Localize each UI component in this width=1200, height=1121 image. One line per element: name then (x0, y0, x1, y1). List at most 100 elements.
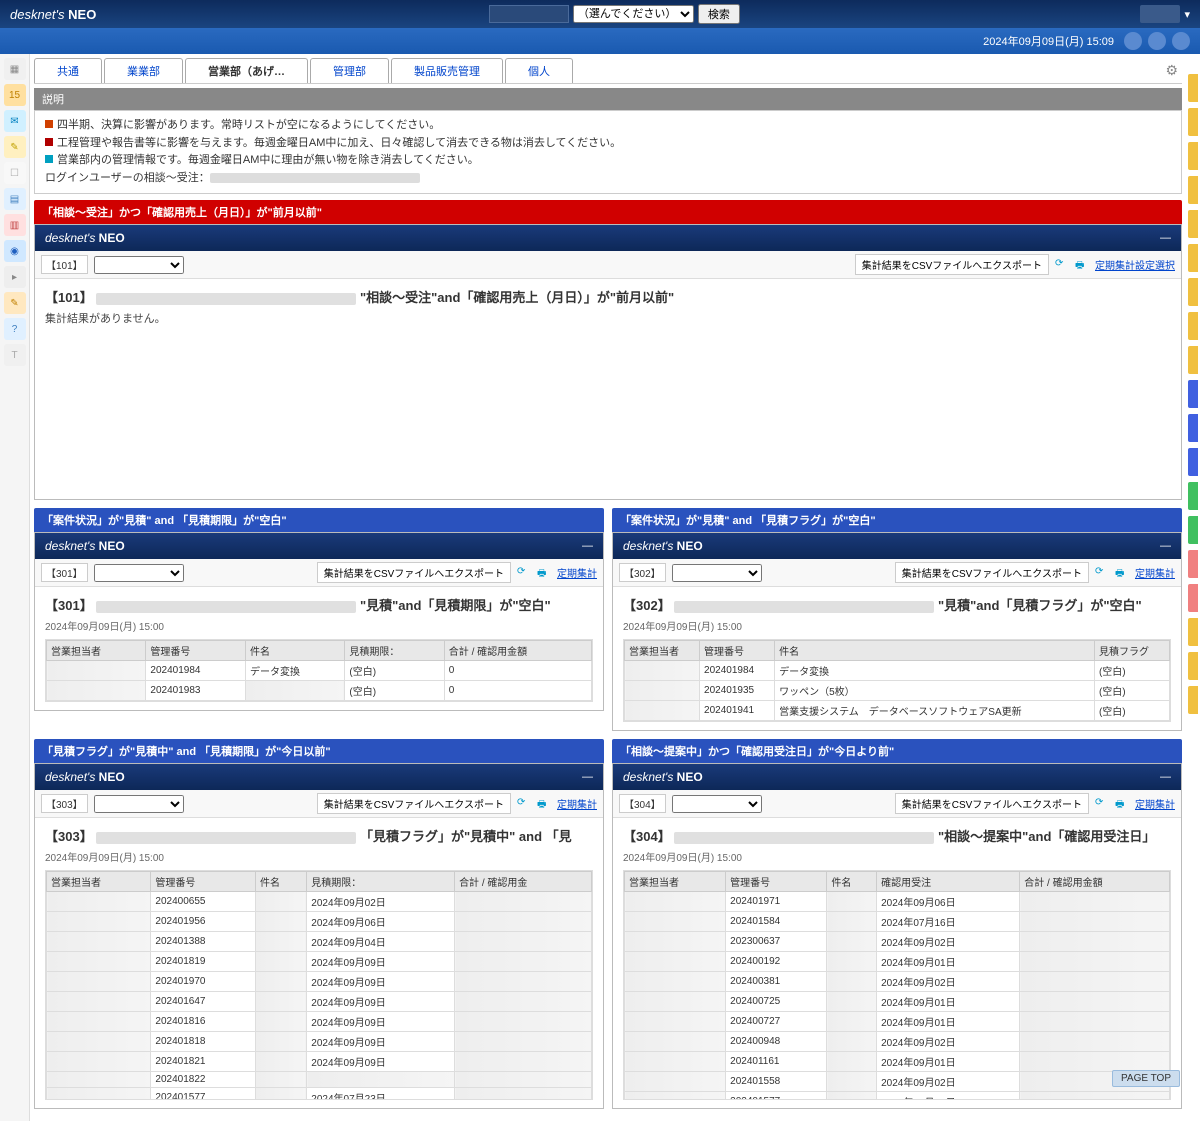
column-header[interactable]: 営業担当者 (625, 872, 726, 892)
table-row[interactable]: 202400727 2024年09月01日 (625, 1012, 1170, 1032)
refresh-icon[interactable]: ⟳ (1055, 258, 1069, 272)
collapse-icon[interactable]: — (1160, 232, 1171, 244)
right-tab[interactable] (1188, 176, 1198, 204)
panel-303-select[interactable] (94, 795, 184, 813)
column-header[interactable]: 営業担当者 (47, 641, 146, 661)
user-menu-caret-icon[interactable]: ▾ (1184, 8, 1190, 21)
table-row[interactable]: 202401161 2024年09月01日 (625, 1052, 1170, 1072)
table-row[interactable]: 202401822 (47, 1072, 592, 1088)
refresh-icon[interactable]: ⟳ (517, 797, 531, 811)
column-header[interactable]: 確認用受注 (877, 872, 1020, 892)
sidebar-app-icon[interactable]: ☐ (4, 162, 26, 184)
right-tab[interactable] (1188, 448, 1198, 476)
tab-4[interactable]: 製品販売管理 (391, 58, 503, 83)
column-header[interactable]: 営業担当者 (625, 641, 700, 661)
table-row[interactable]: 202401584 2024年07月16日 (625, 912, 1170, 932)
table-row[interactable]: 202401956 2024年09月06日 (47, 912, 592, 932)
collapse-icon[interactable]: — (1160, 771, 1171, 783)
print-icon[interactable]: 🖶 (1115, 566, 1129, 580)
schedule-link[interactable]: 定期集計設定選択 (1095, 257, 1175, 272)
column-header[interactable]: 件名 (775, 641, 1095, 661)
refresh-icon[interactable]: ⟳ (1095, 797, 1109, 811)
sidebar-app-icon[interactable]: ? (4, 318, 26, 340)
tab-1[interactable]: 業業部 (104, 58, 183, 83)
panel-301-select[interactable] (94, 564, 184, 582)
page-top-button[interactable]: PAGE TOP (1112, 1070, 1180, 1087)
column-header[interactable]: 管理番号 (726, 872, 827, 892)
column-header[interactable]: 管理番号 (151, 872, 256, 892)
table-row[interactable]: 202401577 2024年08月23日 (625, 1092, 1170, 1101)
column-header[interactable]: 件名 (255, 872, 306, 892)
column-header[interactable]: 営業担当者 (47, 872, 151, 892)
right-tab[interactable] (1188, 550, 1198, 578)
sidebar-app-icon[interactable]: ✎ (4, 136, 26, 158)
gear-icon[interactable]: ⚙ (1161, 58, 1182, 83)
panel-302-select[interactable] (672, 564, 762, 582)
sidebar-app-icon[interactable]: 15 (4, 84, 26, 106)
table-row[interactable]: 202400725 2024年09月01日 (625, 992, 1170, 1012)
right-tab[interactable] (1188, 142, 1198, 170)
column-header[interactable]: 件名 (827, 872, 877, 892)
user-badge[interactable] (1140, 5, 1180, 23)
right-tab[interactable] (1188, 210, 1198, 238)
right-tab[interactable] (1188, 584, 1198, 612)
print-icon[interactable]: 🖶 (1075, 258, 1089, 272)
column-header[interactable]: 見積期限： (345, 641, 444, 661)
table-row[interactable]: 202401983 (空白)0 (47, 681, 592, 701)
table-row[interactable]: 202400948 2024年09月02日 (625, 1032, 1170, 1052)
table-row[interactable]: 202400192 2024年09月01日 (625, 952, 1170, 972)
column-header[interactable]: 件名 (245, 641, 344, 661)
table-row[interactable]: 202400381 2024年09月02日 (625, 972, 1170, 992)
collapse-icon[interactable]: — (1160, 540, 1171, 552)
right-tab[interactable] (1188, 108, 1198, 136)
tab-3[interactable]: 管理部 (310, 58, 389, 83)
table-row[interactable]: 202401816 2024年09月09日 (47, 1012, 592, 1032)
table-row[interactable]: 202401935ワッペン（5枚）(空白) (625, 681, 1170, 701)
table-row[interactable]: 202400655 2024年09月02日 (47, 892, 592, 912)
export-button[interactable]: 集計結果をCSVファイルへエクスポート (317, 562, 511, 583)
right-tab[interactable] (1188, 516, 1198, 544)
table-row[interactable]: 202401984データ変換(空白) (625, 661, 1170, 681)
refresh-icon[interactable]: ⟳ (517, 566, 531, 580)
right-tab[interactable] (1188, 686, 1198, 714)
table-row[interactable]: 202401647 2024年09月09日 (47, 992, 592, 1012)
schedule-link[interactable]: 定期集計 (557, 565, 597, 580)
right-tab[interactable] (1188, 74, 1198, 102)
chat-icon[interactable] (1148, 32, 1166, 50)
right-tab[interactable] (1188, 618, 1198, 646)
print-icon[interactable]: 🖶 (537, 797, 551, 811)
print-icon[interactable]: 🖶 (1115, 797, 1129, 811)
schedule-link[interactable]: 定期集計 (1135, 796, 1175, 811)
column-header[interactable]: 見積フラグ (1094, 641, 1169, 661)
table-row[interactable]: 202401970 2024年09月09日 (47, 972, 592, 992)
column-header[interactable]: 見積期限： (307, 872, 455, 892)
column-header[interactable]: 合計 / 確認用金額 (1020, 872, 1170, 892)
panel-101-select[interactable] (94, 256, 184, 274)
table-row[interactable]: 202401821 2024年09月09日 (47, 1052, 592, 1072)
profile-icon[interactable] (1172, 32, 1190, 50)
table-row[interactable]: 202401818 2024年09月09日 (47, 1032, 592, 1052)
search-input[interactable] (489, 5, 569, 23)
tab-5[interactable]: 個人 (505, 58, 573, 83)
column-header[interactable]: 合計 / 確認用金額 (444, 641, 591, 661)
right-tab[interactable] (1188, 652, 1198, 680)
search-category-select[interactable]: （選んでください） (573, 5, 694, 23)
sidebar-app-icon[interactable]: ▸ (4, 266, 26, 288)
export-button[interactable]: 集計結果をCSVファイルへエクスポート (855, 254, 1049, 275)
sidebar-app-icon[interactable]: ▦ (4, 58, 26, 80)
sidebar-app-icon[interactable]: ✉ (4, 110, 26, 132)
collapse-icon[interactable]: — (582, 540, 593, 552)
right-tab[interactable] (1188, 244, 1198, 272)
right-tab[interactable] (1188, 482, 1198, 510)
column-header[interactable]: 管理番号 (700, 641, 775, 661)
collapse-icon[interactable]: — (582, 771, 593, 783)
schedule-link[interactable]: 定期集計 (1135, 565, 1175, 580)
table-row[interactable]: 202401819 2024年09月09日 (47, 952, 592, 972)
table-row[interactable]: 202401941営業支援システム データベースソフトウェアSA更新(空白) (625, 701, 1170, 721)
tab-0[interactable]: 共通 (34, 58, 102, 83)
right-tab[interactable] (1188, 312, 1198, 340)
sidebar-app-icon[interactable]: T (4, 344, 26, 366)
table-row[interactable]: 202401388 2024年09月04日 (47, 932, 592, 952)
table-row[interactable]: 202401577 2024年07月23日 (47, 1088, 592, 1101)
table-row[interactable]: 202300637 2024年09月02日 (625, 932, 1170, 952)
